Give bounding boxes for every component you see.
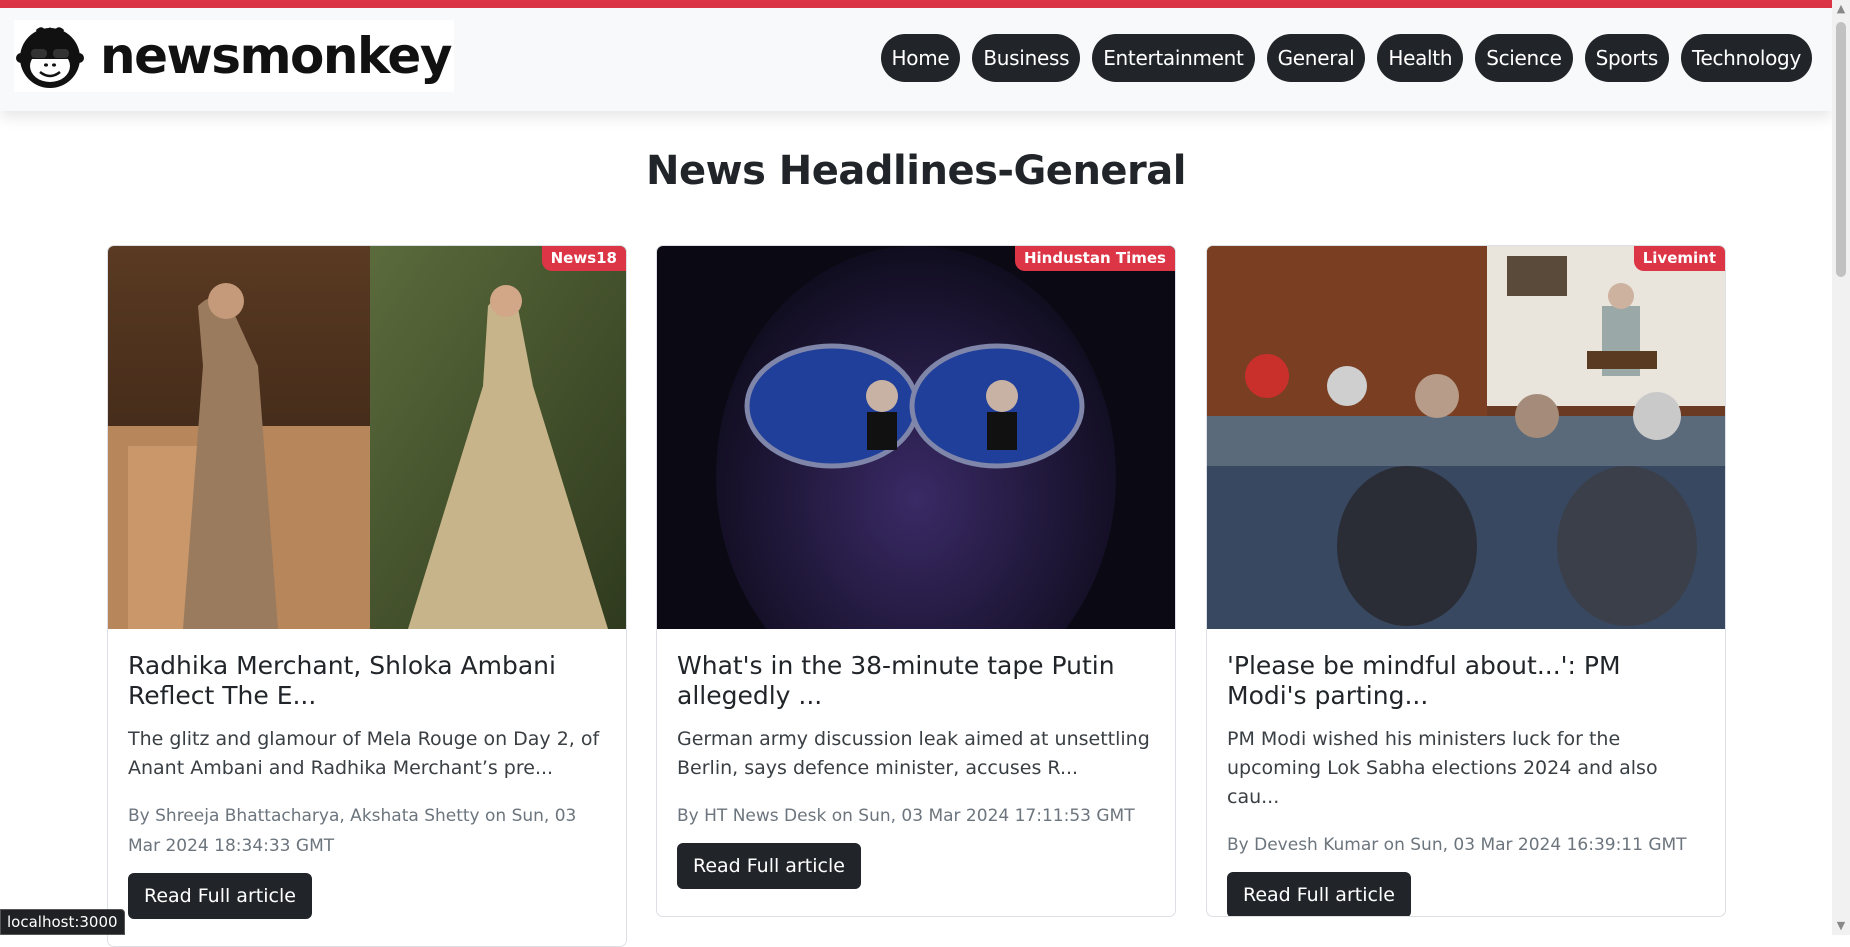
article-image: News18 bbox=[108, 246, 626, 629]
nav-pills: Home Business Entertainment General Heal… bbox=[880, 34, 1812, 82]
brand-logo[interactable]: newsmonkey bbox=[14, 20, 454, 92]
article-description: German army discussion leak aimed at uns… bbox=[677, 728, 1150, 779]
article-image: Hindustan Times bbox=[657, 246, 1175, 629]
status-url-tooltip: localhost:3000 bbox=[0, 909, 125, 935]
navbar: newsmonkey Home Business Entertainment G… bbox=[0, 8, 1832, 111]
article-description: The glitz and glamour of Mela Rouge on D… bbox=[128, 728, 600, 779]
nav-sports[interactable]: Sports bbox=[1584, 34, 1669, 82]
scroll-down-arrow-icon[interactable]: ▼ bbox=[1832, 917, 1850, 935]
page-title: News Headlines-General bbox=[646, 148, 1186, 194]
nav-business[interactable]: Business bbox=[972, 34, 1081, 82]
nav-general[interactable]: General bbox=[1266, 34, 1366, 82]
article-title: 'Please be mindful about...': PM Modi's … bbox=[1227, 651, 1621, 710]
scroll-up-arrow-icon[interactable]: ▲ bbox=[1832, 0, 1850, 18]
read-full-article-button[interactable]: Read Full article bbox=[1227, 872, 1411, 916]
news-card: Livemint 'Please be mindful about...': P… bbox=[1206, 245, 1726, 917]
source-badge: Livemint bbox=[1633, 246, 1725, 271]
source-badge: News18 bbox=[541, 246, 626, 271]
vertical-scrollbar[interactable]: ▲ ▼ bbox=[1832, 0, 1850, 935]
source-badge: Hindustan Times bbox=[1014, 246, 1175, 271]
nav-entertainment[interactable]: Entertainment bbox=[1092, 34, 1255, 82]
article-description: PM Modi wished his ministers luck for th… bbox=[1227, 728, 1658, 808]
monkey-icon bbox=[16, 27, 84, 88]
article-meta: By HT News Desk on Sun, 03 Mar 2024 17:1… bbox=[677, 806, 1135, 826]
read-full-article-button[interactable]: Read Full article bbox=[128, 873, 312, 919]
news-card: Hindustan Times What's in the 38-minute … bbox=[656, 245, 1176, 917]
scroll-thumb[interactable] bbox=[1836, 22, 1846, 277]
brand-name: newsmonkey bbox=[100, 27, 452, 85]
nav-home[interactable]: Home bbox=[880, 34, 961, 82]
article-meta: By Shreeja Bhattacharya, Akshata Shetty … bbox=[128, 806, 577, 856]
nav-science[interactable]: Science bbox=[1475, 34, 1573, 82]
article-title: What's in the 38-minute tape Putin alleg… bbox=[677, 651, 1115, 710]
top-accent-bar bbox=[0, 0, 1832, 8]
article-image: Livemint bbox=[1207, 246, 1725, 629]
nav-health[interactable]: Health bbox=[1377, 34, 1464, 82]
article-title: Radhika Merchant, Shloka Ambani Reflect … bbox=[128, 651, 556, 710]
read-full-article-button[interactable]: Read Full article bbox=[677, 843, 861, 889]
news-card: News18 Radhika Merchant, Shloka Ambani R… bbox=[107, 245, 627, 947]
nav-technology[interactable]: Technology bbox=[1680, 34, 1812, 82]
article-meta: By Devesh Kumar on Sun, 03 Mar 2024 16:3… bbox=[1227, 835, 1687, 855]
